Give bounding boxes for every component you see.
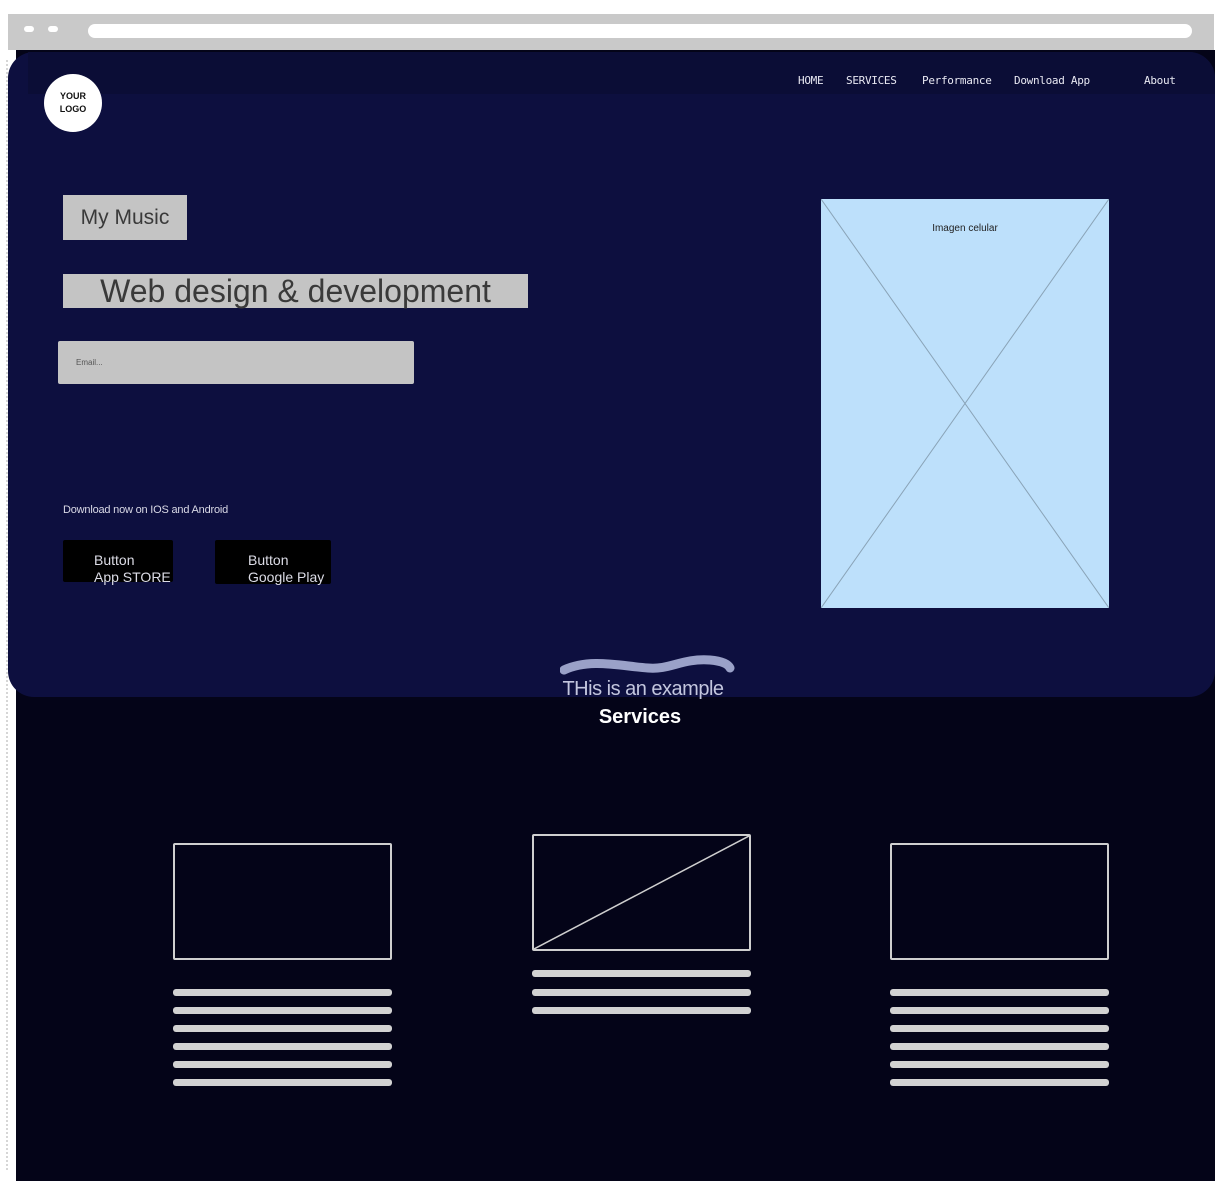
text-line-placeholder — [890, 1079, 1109, 1086]
button-label: Google Play — [248, 569, 325, 585]
text-line-placeholder — [173, 1043, 392, 1050]
text-line-placeholder — [890, 1025, 1109, 1032]
service-card-image — [173, 843, 392, 960]
text-line-placeholder — [532, 970, 751, 977]
hero-title: Web design & development — [63, 274, 528, 308]
nav-performance[interactable]: Performance — [922, 74, 992, 87]
nav-about[interactable]: About — [1144, 74, 1176, 87]
button-label: Button — [248, 552, 289, 568]
hero-tag: My Music — [63, 195, 187, 240]
service-card-image — [532, 834, 751, 951]
hero-section: YOUR LOGO HOME SERVICES Performance Down… — [8, 52, 1215, 697]
phone-label: Imagen celular — [932, 223, 998, 234]
image-placeholder-cross — [821, 199, 1109, 608]
google-play-button[interactable]: Button Google Play — [215, 540, 331, 585]
phone-image-placeholder: Imagen celular — [821, 199, 1109, 608]
text-line-placeholder — [532, 1007, 751, 1014]
logo-text: LOGO — [59, 104, 87, 114]
text-line-placeholder — [173, 1061, 392, 1068]
button-label: App STORE — [94, 569, 171, 585]
nav-download-app[interactable]: Download App — [1014, 74, 1090, 87]
browser-chrome — [8, 14, 1214, 50]
text-line-placeholder — [890, 989, 1109, 996]
app-store-button[interactable]: Button App STORE — [63, 540, 173, 585]
text-line-placeholder — [173, 1025, 392, 1032]
window-dot[interactable] — [48, 26, 58, 32]
text-line-placeholder — [890, 1007, 1109, 1014]
download-text: Download now on IOS and Android — [63, 504, 229, 516]
nav-home[interactable]: HOME — [798, 74, 824, 87]
nav-bar — [28, 52, 1215, 94]
image-placeholder-diagonal — [534, 836, 749, 949]
services-subtitle: THis is an example — [562, 678, 724, 700]
text-line-placeholder — [173, 1079, 392, 1086]
services-title: Services — [598, 706, 682, 728]
text-line-placeholder — [890, 1061, 1109, 1068]
address-bar[interactable] — [88, 24, 1192, 38]
logo-text: YOUR — [59, 91, 86, 101]
text-line-placeholder — [890, 1043, 1109, 1050]
logo[interactable]: YOUR LOGO — [44, 74, 102, 132]
nav-services[interactable]: SERVICES — [846, 74, 897, 87]
button-label: Button — [94, 552, 135, 568]
text-line-placeholder — [532, 989, 751, 996]
service-card-image — [890, 843, 1109, 960]
window-dot[interactable] — [24, 26, 34, 32]
email-input[interactable] — [58, 341, 414, 384]
text-line-placeholder — [173, 989, 392, 996]
text-line-placeholder — [173, 1007, 392, 1014]
